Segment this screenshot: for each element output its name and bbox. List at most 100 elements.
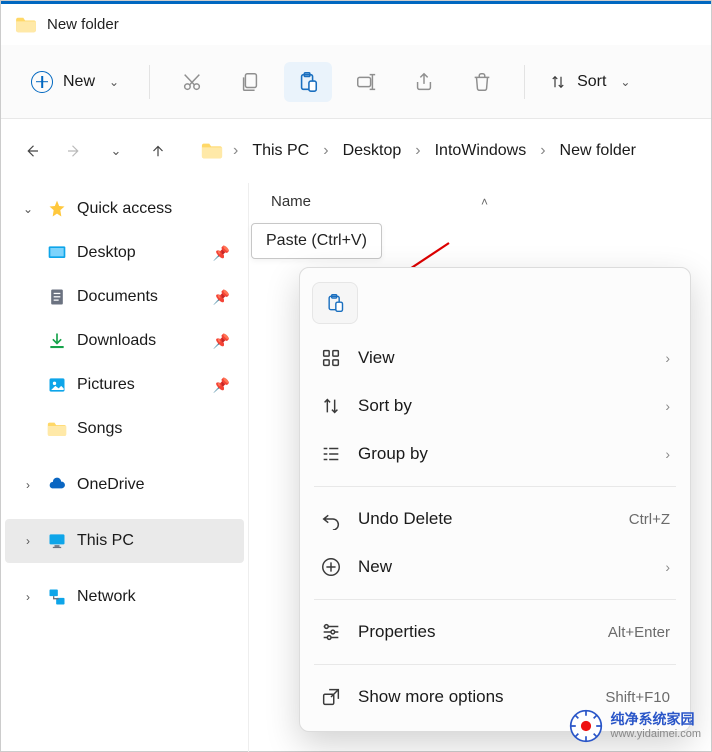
sidebar-item-label: Downloads bbox=[77, 332, 156, 350]
share-icon bbox=[413, 71, 435, 93]
group-icon bbox=[320, 443, 342, 465]
sidebar-item-label: This PC bbox=[77, 532, 134, 550]
undo-icon bbox=[320, 508, 342, 530]
menu-item-label: Show more options bbox=[358, 687, 504, 707]
breadcrumb-item[interactable]: Desktop bbox=[339, 138, 406, 164]
sidebar-item-desktop[interactable]: Desktop 📌 bbox=[5, 231, 244, 275]
menu-item-undo-delete[interactable]: Undo Delete Ctrl+Z bbox=[310, 495, 680, 543]
window-title: New folder bbox=[47, 16, 119, 33]
sidebar-item-quick-access[interactable]: ⌄ Quick access bbox=[5, 187, 244, 231]
sidebar-item-onedrive[interactable]: › OneDrive bbox=[5, 463, 244, 507]
shortcut-label: Alt+Enter bbox=[608, 624, 670, 641]
breadcrumb[interactable]: › This PC › Desktop › IntoWindows › New … bbox=[201, 138, 640, 164]
chevron-right-icon: › bbox=[229, 138, 242, 164]
plus-circle-icon bbox=[320, 556, 342, 578]
breadcrumb-item[interactable]: IntoWindows bbox=[431, 138, 531, 164]
file-explorer-window: New folder New ⌄ Sort bbox=[0, 0, 712, 752]
scissors-icon bbox=[181, 71, 203, 93]
watermark-title: 纯净系统家园 bbox=[611, 712, 701, 727]
plus-circle-icon bbox=[31, 71, 53, 93]
sidebar-item-label: Desktop bbox=[77, 244, 136, 262]
pin-icon: 📌 bbox=[213, 289, 230, 306]
column-name-label: Name bbox=[271, 193, 311, 210]
separator bbox=[149, 65, 150, 99]
menu-item-new[interactable]: New › bbox=[310, 543, 680, 591]
new-button[interactable]: New ⌄ bbox=[19, 62, 131, 102]
arrow-left-icon bbox=[23, 142, 41, 160]
menu-item-label: Properties bbox=[358, 622, 435, 642]
chevron-right-icon: › bbox=[19, 590, 37, 604]
command-bar: New ⌄ Sort ⌄ bbox=[1, 45, 711, 119]
watermark: 纯净系统家园 www.yidaimei.com bbox=[569, 709, 701, 743]
chevron-down-icon: ⌄ bbox=[109, 75, 119, 89]
body: ⌄ Quick access Desktop 📌 Documents 📌 Dow… bbox=[1, 183, 711, 752]
chevron-right-icon: › bbox=[665, 559, 670, 575]
paste-icon bbox=[297, 71, 319, 93]
sidebar-item-songs[interactable]: Songs bbox=[5, 407, 244, 451]
column-header[interactable]: Name ˄ bbox=[271, 193, 488, 210]
properties-icon bbox=[320, 621, 342, 643]
content-pane[interactable]: Name ˄ Paste (Ctrl+V) V bbox=[249, 183, 711, 752]
sort-button-label: Sort bbox=[577, 73, 606, 91]
network-icon bbox=[47, 587, 67, 607]
up-button[interactable] bbox=[141, 134, 175, 168]
expand-icon bbox=[320, 686, 342, 708]
menu-item-group-by[interactable]: Group by › bbox=[310, 430, 680, 478]
documents-icon bbox=[47, 287, 67, 307]
rename-icon bbox=[355, 71, 377, 93]
sidebar-item-this-pc[interactable]: › This PC bbox=[5, 519, 244, 563]
paste-button[interactable] bbox=[284, 62, 332, 102]
pin-icon: 📌 bbox=[213, 377, 230, 394]
folder-icon bbox=[201, 141, 223, 161]
sidebar-item-label: Pictures bbox=[77, 376, 135, 394]
copy-button[interactable] bbox=[226, 62, 274, 102]
menu-item-label: View bbox=[358, 348, 395, 368]
sidebar-item-documents[interactable]: Documents 📌 bbox=[5, 275, 244, 319]
navigation-row: ⌄ › This PC › Desktop › IntoWindows › Ne… bbox=[1, 119, 711, 183]
context-paste-button[interactable] bbox=[312, 282, 358, 324]
sidebar-item-pictures[interactable]: Pictures 📌 bbox=[5, 363, 244, 407]
forward-button[interactable] bbox=[57, 134, 91, 168]
paste-icon bbox=[325, 293, 345, 313]
chevron-down-icon: ⌄ bbox=[620, 75, 630, 89]
sidebar-item-label: Songs bbox=[77, 420, 122, 438]
menu-item-sort-by[interactable]: Sort by › bbox=[310, 382, 680, 430]
folder-icon bbox=[47, 419, 67, 439]
sidebar-item-network[interactable]: › Network bbox=[5, 575, 244, 619]
onedrive-icon bbox=[47, 475, 67, 495]
menu-item-view[interactable]: View › bbox=[310, 334, 680, 382]
trash-icon bbox=[471, 71, 493, 93]
delete-button[interactable] bbox=[458, 62, 506, 102]
separator bbox=[314, 664, 676, 665]
chevron-right-icon: › bbox=[536, 138, 549, 164]
pictures-icon bbox=[47, 375, 67, 395]
view-icon bbox=[320, 347, 342, 369]
cut-button[interactable] bbox=[168, 62, 216, 102]
menu-item-properties[interactable]: Properties Alt+Enter bbox=[310, 608, 680, 656]
chevron-right-icon: › bbox=[319, 138, 332, 164]
title-bar: New folder bbox=[1, 1, 711, 45]
chevron-right-icon: › bbox=[411, 138, 424, 164]
sort-button[interactable]: Sort ⌄ bbox=[549, 73, 630, 91]
menu-item-label: Group by bbox=[358, 444, 428, 464]
menu-item-label: Sort by bbox=[358, 396, 412, 416]
breadcrumb-item[interactable]: This PC bbox=[248, 138, 313, 164]
context-menu: View › Sort by › Group by › Undo Delete bbox=[299, 267, 691, 732]
arrow-up-icon bbox=[149, 142, 167, 160]
pin-icon: 📌 bbox=[213, 245, 230, 262]
chevron-down-icon: ⌄ bbox=[111, 143, 122, 159]
navigation-pane: ⌄ Quick access Desktop 📌 Documents 📌 Dow… bbox=[1, 183, 249, 752]
shortcut-label: Ctrl+Z bbox=[629, 511, 670, 528]
breadcrumb-item[interactable]: New folder bbox=[556, 138, 640, 164]
watermark-logo bbox=[569, 709, 603, 743]
sidebar-item-label: Documents bbox=[77, 288, 158, 306]
separator bbox=[524, 65, 525, 99]
back-button[interactable] bbox=[15, 134, 49, 168]
recent-button[interactable]: ⌄ bbox=[99, 134, 133, 168]
chevron-right-icon: › bbox=[19, 534, 37, 548]
share-button[interactable] bbox=[400, 62, 448, 102]
shortcut-label: Shift+F10 bbox=[605, 689, 670, 706]
new-button-label: New bbox=[63, 73, 95, 91]
rename-button[interactable] bbox=[342, 62, 390, 102]
sidebar-item-downloads[interactable]: Downloads 📌 bbox=[5, 319, 244, 363]
